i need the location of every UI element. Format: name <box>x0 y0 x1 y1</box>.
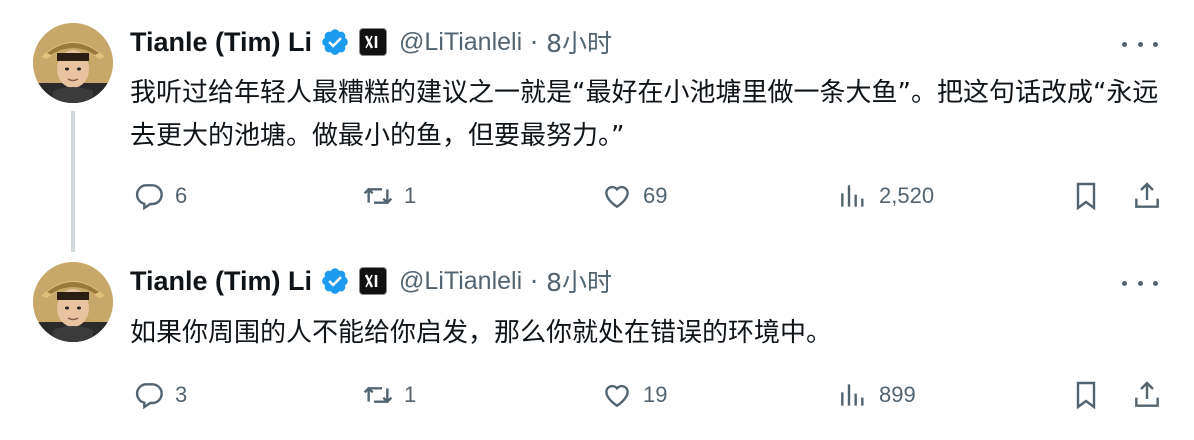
views-count: 899 <box>879 382 916 407</box>
reply-button[interactable]: 3 <box>133 375 187 415</box>
author-name[interactable]: Tianle (Tim) Li <box>130 27 312 58</box>
reply-count: 6 <box>175 183 188 208</box>
author-name[interactable]: Tianle (Tim) Li <box>130 266 312 297</box>
views-icon <box>841 185 864 207</box>
retweet-count: 1 <box>404 382 417 407</box>
author-handle[interactable]: @LiTianleli <box>399 267 522 296</box>
affiliate-badge-icon[interactable] <box>359 267 388 295</box>
bookmark-icon <box>1076 182 1096 211</box>
share-button[interactable] <box>1131 375 1163 415</box>
bookmark-button[interactable] <box>1070 176 1102 216</box>
reply-icon <box>135 184 163 211</box>
timestamp[interactable]: 8小时 <box>546 24 612 60</box>
tweet-header: Tianle (Tim) Li @LiTianleli · 8小时 <box>130 261 612 301</box>
more-icon[interactable] <box>1122 273 1158 293</box>
tweet-actions: 6 1 69 2,520 <box>0 176 1194 216</box>
like-count: 69 <box>643 183 668 208</box>
avatar[interactable] <box>33 23 113 103</box>
more-icon[interactable] <box>1122 34 1158 54</box>
like-count: 19 <box>643 382 668 407</box>
timestamp[interactable]: 8小时 <box>546 263 612 299</box>
retweet-button[interactable]: 1 <box>362 375 416 415</box>
retweet-icon <box>363 386 393 404</box>
like-icon <box>605 185 629 209</box>
views-button[interactable]: 899 <box>837 375 916 415</box>
like-button[interactable]: 69 <box>601 176 667 216</box>
like-button[interactable]: 19 <box>601 375 667 415</box>
retweet-button[interactable]: 1 <box>362 176 416 216</box>
tweet-header: Tianle (Tim) Li @LiTianleli · 8小时 <box>130 22 612 62</box>
separator: · <box>530 266 539 296</box>
tweet[interactable]: Tianle (Tim) Li @LiTianleli · 8小时 我听过给年轻… <box>0 0 1194 252</box>
avatar[interactable] <box>33 262 113 342</box>
tweet-actions: 3 1 19 899 <box>0 375 1194 415</box>
reply-count: 3 <box>175 382 188 407</box>
like-icon <box>605 384 629 408</box>
bookmark-icon <box>1076 381 1096 410</box>
tweet-text: 如果你周围的人不能给你启发，那么你就处在错误的环境中。 <box>130 318 833 348</box>
reply-icon <box>135 383 163 410</box>
reply-button[interactable]: 6 <box>133 176 187 216</box>
bookmark-button[interactable] <box>1070 375 1102 415</box>
retweet-count: 1 <box>404 183 417 208</box>
verified-icon <box>320 27 350 57</box>
separator: · <box>530 27 539 57</box>
verified-icon <box>320 266 350 296</box>
tweet-text: 我听过给年轻人最糟糕的建议之一就是“最好在小池塘里做一条大鱼”。把这句话改成“永… <box>130 78 1159 151</box>
views-icon <box>841 384 864 406</box>
retweet-icon <box>363 187 393 205</box>
views-count: 2,520 <box>879 183 935 208</box>
affiliate-badge-icon[interactable] <box>359 28 388 56</box>
author-handle[interactable]: @LiTianleli <box>399 28 522 57</box>
share-button[interactable] <box>1131 176 1163 216</box>
tweet[interactable]: Tianle (Tim) Li @LiTianleli · 8小时 如果你周围的… <box>0 252 1194 440</box>
views-button[interactable]: 2,520 <box>837 176 934 216</box>
share-icon <box>1135 182 1159 208</box>
share-icon <box>1135 381 1159 407</box>
